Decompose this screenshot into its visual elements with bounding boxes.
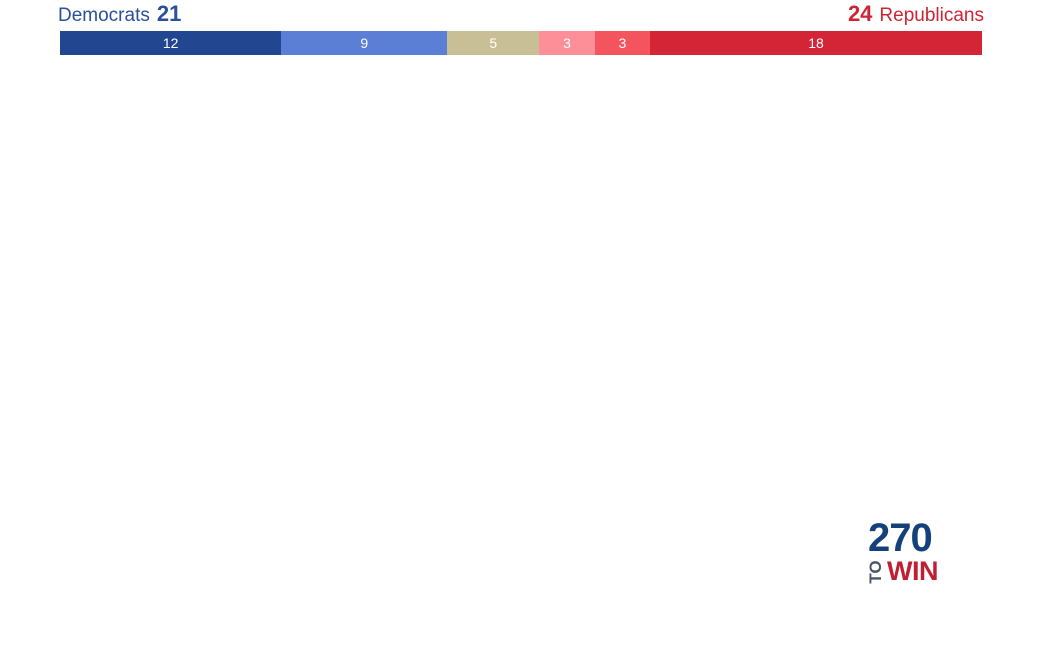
state-label-oh: OH (754, 378, 773, 392)
state-label-vt: VT (883, 250, 899, 264)
state-label-wv: WV (783, 378, 804, 392)
democrats-count: 21 (156, 1, 182, 26)
state-label-me: ME (931, 214, 950, 228)
state-label-mn: MN (531, 199, 550, 213)
legend-segment-value: 12 (162, 35, 179, 51)
logo-bottom-row: TO WIN (866, 556, 960, 586)
state-label-tn: TN (697, 481, 714, 495)
state-label-wa: WA (162, 99, 182, 113)
republicans-count: 24 (847, 1, 873, 26)
state-label-nc: NC (836, 474, 854, 488)
state-label-sd: SD (442, 184, 459, 198)
legend-segment-value: 3 (618, 35, 627, 51)
legend-segment-0[interactable]: 12 (60, 31, 282, 55)
state-label-pa: PA (828, 348, 844, 362)
legend-segment-value: 5 (489, 35, 498, 51)
state-label-ny: NY (853, 294, 871, 308)
logo-270-text: 270 (868, 516, 933, 560)
state-label-ia: IA (542, 292, 555, 306)
logo-win-text: WIN (887, 556, 938, 586)
state-label-ky: KY (717, 439, 735, 453)
logo-to-text: TO (866, 560, 885, 584)
state-label-mo: MO (558, 368, 578, 382)
state-label-nv: NV (179, 279, 197, 293)
legend-segment-value: 18 (808, 35, 824, 51)
state-label-va: VA (830, 422, 846, 436)
state-label-az: AZ (235, 432, 252, 446)
map-header: Democrats 21 24 Republicans (0, 0, 1050, 28)
state-label-ks: KS (449, 331, 466, 345)
seat-legend-bar[interactable]: 12 9 5 3 3 18 (60, 31, 982, 55)
state-label-ar: AR (576, 470, 594, 484)
legend-segment-4[interactable]: 3 (594, 31, 651, 55)
legend-segment-1[interactable]: 9 (281, 31, 448, 55)
democrats-header: Democrats 21 (58, 2, 181, 28)
state-label-la: LA (588, 532, 605, 546)
republicans-header: 24 Republicans (848, 2, 984, 28)
state-label-al: AL (698, 546, 715, 560)
state-label-wi: WI (608, 234, 623, 248)
legend-segment-value: 9 (360, 35, 369, 51)
state-label-ca: CA (101, 316, 119, 330)
state-label-nh: NH (908, 270, 926, 284)
270towin-logo[interactable]: 270 TO WIN (866, 516, 960, 586)
state-label-nm: NM (342, 439, 361, 453)
state-label-in: IN (696, 388, 709, 402)
state-label-fl: FL (800, 631, 816, 645)
state-label-mi: MI (701, 313, 715, 327)
legend-segment-3[interactable]: 3 (539, 31, 595, 55)
democrats-label: Democrats (58, 5, 150, 26)
republicans-label: Republicans (879, 5, 984, 26)
state-label-or: OR (137, 164, 156, 178)
state-label-mt: MT (318, 139, 336, 153)
state-label-id: ID (232, 186, 245, 200)
state-label-co: CO (341, 334, 360, 348)
state-label-ms: MS (649, 544, 668, 558)
state-label-ok: OK (469, 406, 488, 420)
state-label-ga: GA (751, 540, 770, 554)
legend-segment-5[interactable]: 18 (650, 31, 982, 55)
state-label-tx: TX (470, 524, 487, 538)
state-label-ak: AK (160, 600, 178, 614)
state-label-nd: ND (438, 137, 456, 151)
legend-segment-2[interactable]: 5 (447, 31, 540, 55)
state-label-il: IL (639, 391, 650, 405)
state-label-wy: WY (336, 239, 357, 253)
legend-segment-value: 3 (563, 35, 571, 51)
senate-map-page: Democrats 21 24 Republicans 12 9 5 3 3 18 WA OR C… (0, 0, 1050, 670)
state-label-ne: NE (446, 251, 463, 265)
state-label-ut: UT (249, 316, 266, 330)
state-label-sc: SC (805, 515, 822, 529)
